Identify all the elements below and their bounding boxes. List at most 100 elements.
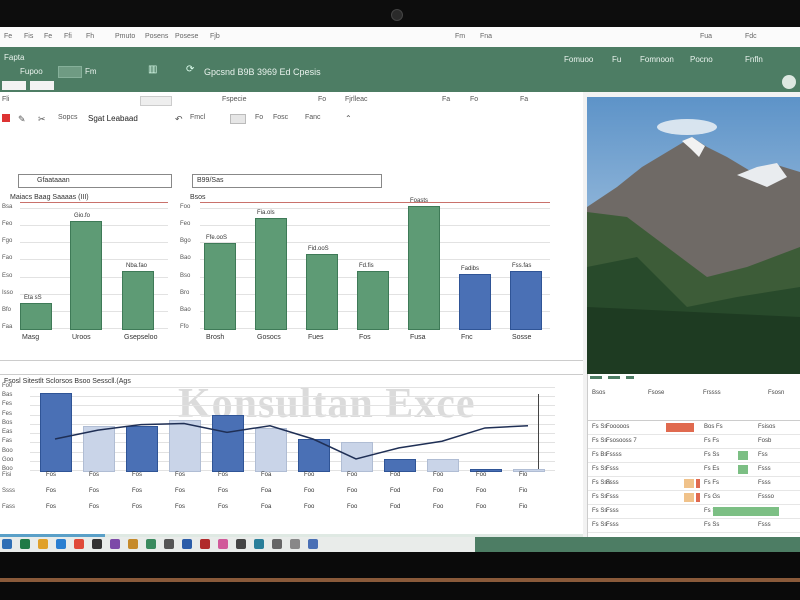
filter-button[interactable] bbox=[230, 114, 246, 124]
ribbon-group[interactable]: Fm bbox=[85, 67, 97, 76]
gridline bbox=[30, 405, 555, 407]
tool-label[interactable]: Fo bbox=[470, 96, 478, 103]
menu-file[interactable]: Fe bbox=[4, 33, 12, 40]
sheet-cell[interactable]: Fsss bbox=[606, 494, 619, 500]
sheet-row: Fs Ss Fsss Fs Es Fsss bbox=[588, 464, 800, 477]
sheet-cell[interactable]: Fssss bbox=[606, 452, 622, 458]
tool-label[interactable]: Fanc bbox=[305, 114, 321, 121]
menu-item[interactable]: Fua bbox=[700, 33, 712, 40]
delete-icon[interactable] bbox=[2, 114, 10, 122]
chart1-header[interactable]: Gfaataaan bbox=[18, 174, 172, 188]
ribbon-group[interactable]: Fu bbox=[612, 55, 621, 64]
chart-icon[interactable]: ▥ bbox=[148, 64, 157, 75]
tool-label[interactable]: Fosc bbox=[273, 114, 288, 121]
paint-icon[interactable] bbox=[218, 539, 228, 549]
edit-icon[interactable]: ✎ bbox=[18, 114, 26, 125]
tool-label[interactable]: Fspecie bbox=[222, 96, 247, 103]
account-icon[interactable] bbox=[782, 75, 796, 89]
ribbon-button[interactable] bbox=[58, 66, 82, 78]
formula-toolbar: Fli Fspecie Fo Fjrlleac Fa Fo Fa bbox=[0, 96, 583, 108]
bar bbox=[255, 217, 287, 330]
excel-icon[interactable] bbox=[20, 539, 30, 549]
sheet-cell[interactable]: Fsss bbox=[606, 480, 619, 486]
menu-item[interactable]: Posese bbox=[175, 33, 198, 40]
mail-icon[interactable] bbox=[182, 539, 192, 549]
ribbon-tab[interactable] bbox=[2, 81, 26, 90]
notes-icon[interactable] bbox=[128, 539, 138, 549]
menu-item[interactable]: Fna bbox=[480, 33, 492, 40]
sheet-cell[interactable]: Fsss bbox=[606, 466, 619, 472]
menu-item[interactable]: Pmuto bbox=[115, 33, 135, 40]
menu-item[interactable]: Posens bbox=[145, 33, 168, 40]
ribbon-group[interactable]: Fomnoon bbox=[640, 55, 674, 64]
chevron-up-icon[interactable]: ⌃ bbox=[345, 114, 352, 123]
ribbon-group[interactable]: Pocno bbox=[690, 55, 713, 64]
tool-label[interactable]: Fmcl bbox=[190, 114, 205, 121]
ribbon-group[interactable]: Fnfln bbox=[745, 55, 763, 64]
ribbon-group[interactable]: Fupoo bbox=[20, 67, 43, 76]
ribbon-tab[interactable] bbox=[30, 81, 54, 90]
highlight-cell bbox=[713, 507, 779, 516]
refresh-icon[interactable]: ⟳ bbox=[186, 64, 194, 75]
sheet-cell[interactable]: Fsss bbox=[606, 522, 619, 528]
y-tick-label: Isso bbox=[2, 289, 14, 296]
chart2-header[interactable]: B99/Sas bbox=[192, 174, 382, 188]
menu-item[interactable]: Fis bbox=[24, 33, 33, 40]
camera-icon[interactable] bbox=[236, 539, 246, 549]
sheet-cell[interactable]: Bos Fs bbox=[704, 424, 723, 430]
tool-label[interactable]: Fa bbox=[520, 96, 528, 103]
sheet-cell[interactable]: Fss bbox=[758, 452, 768, 458]
tool-label[interactable]: Sopcs bbox=[58, 114, 77, 121]
bar bbox=[83, 425, 115, 472]
chrome-icon[interactable] bbox=[74, 539, 84, 549]
calc-icon[interactable] bbox=[164, 539, 174, 549]
settings-icon[interactable] bbox=[254, 539, 264, 549]
search-icon[interactable] bbox=[290, 539, 300, 549]
undo-icon[interactable]: ↶ bbox=[175, 114, 183, 125]
edge-icon[interactable] bbox=[56, 539, 66, 549]
x-tick-label: Fos bbox=[46, 488, 57, 494]
sheet-tab[interactable] bbox=[608, 376, 620, 379]
sheet-cell[interactable]: Fs Es bbox=[704, 466, 719, 472]
photo-icon[interactable] bbox=[308, 539, 318, 549]
cut-icon[interactable]: ✂ bbox=[38, 114, 46, 125]
sheet-cell[interactable]: Fsosooss 7 bbox=[606, 438, 637, 444]
tool-label[interactable]: Fo bbox=[318, 96, 326, 103]
sheet-cell[interactable]: Fsss bbox=[758, 522, 771, 528]
tool-label[interactable]: Fjrlleac bbox=[345, 96, 368, 103]
files-icon[interactable] bbox=[146, 539, 156, 549]
pdf-icon[interactable] bbox=[200, 539, 210, 549]
menu-item[interactable]: Fm bbox=[455, 33, 465, 40]
tool-label[interactable]: Fa bbox=[442, 96, 450, 103]
menu-item[interactable]: Fjb bbox=[210, 33, 220, 40]
ribbon-group[interactable]: Fapta bbox=[4, 53, 24, 62]
tool-label[interactable]: Fo bbox=[255, 114, 263, 121]
menu-item[interactable]: Fe bbox=[44, 33, 52, 40]
media-icon[interactable] bbox=[92, 539, 102, 549]
sheet-cell[interactable]: Fs Ss bbox=[704, 522, 719, 528]
bar bbox=[20, 302, 52, 330]
sheet-cell[interactable]: Fs Fs bbox=[704, 438, 719, 444]
tools-icon[interactable] bbox=[110, 539, 120, 549]
menu-item[interactable]: Ffi bbox=[64, 33, 72, 40]
menu-item[interactable]: Fh bbox=[86, 33, 94, 40]
start-icon[interactable] bbox=[2, 539, 12, 549]
sheet-cell[interactable]: Fooooos bbox=[606, 424, 629, 430]
name-box[interactable] bbox=[140, 96, 172, 106]
sheet-cell[interactable]: Fsisos bbox=[758, 424, 775, 430]
sheet-cell[interactable]: Fs Ss bbox=[704, 452, 719, 458]
menu-item[interactable]: Fdc bbox=[745, 33, 757, 40]
sheet-cell[interactable]: Fssso bbox=[758, 494, 774, 500]
sheet-cell[interactable]: Fosb bbox=[758, 438, 771, 444]
sheet-tab[interactable] bbox=[590, 376, 602, 379]
folder-icon[interactable] bbox=[38, 539, 48, 549]
sheet-cell[interactable]: Fsss bbox=[758, 466, 771, 472]
sheet-cell[interactable]: Fsss bbox=[758, 480, 771, 486]
sheet-tab[interactable] bbox=[626, 376, 634, 379]
tool-label[interactable]: Fli bbox=[2, 96, 9, 103]
sheet-cell[interactable]: Fs Gs bbox=[704, 494, 720, 500]
sheet-cell[interactable]: Fs Fs bbox=[704, 480, 719, 486]
sheet-cell[interactable]: Fsss bbox=[606, 508, 619, 514]
ribbon-group[interactable]: Fomuoo bbox=[564, 55, 593, 64]
music-icon[interactable] bbox=[272, 539, 282, 549]
